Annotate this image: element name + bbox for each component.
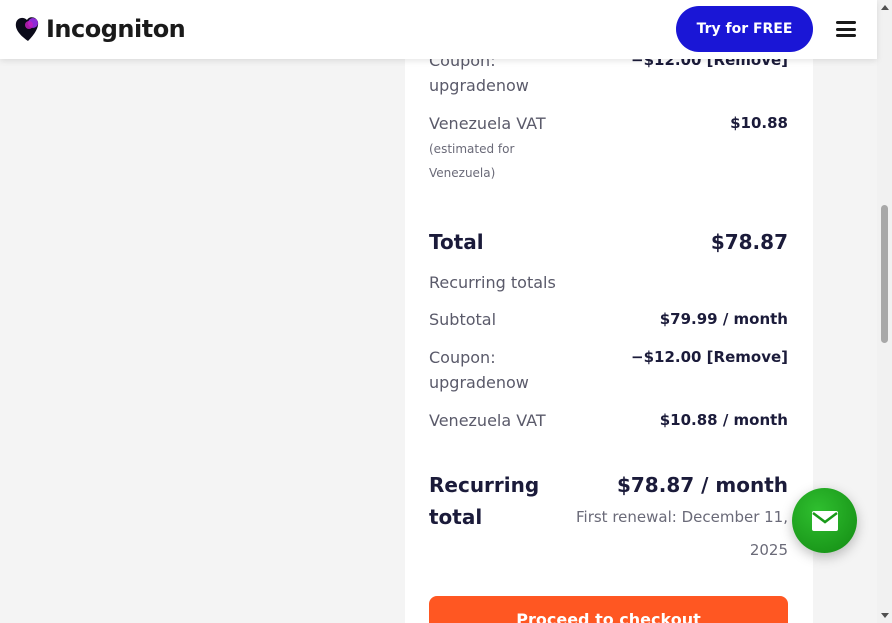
contact-mail-button[interactable] [792,488,857,553]
brand-name: Incogniton [46,15,186,43]
proceed-to-checkout-button[interactable]: Proceed to checkout [429,596,788,623]
recurring-total-label-line2: total [429,505,483,529]
vat-row-top: Venezuela VAT (estimated for Venezuela) … [429,111,788,189]
vat-note-line1: (estimated for [429,142,515,156]
coupon-row: Coupon: upgradenow −$12.00 [Remove] [429,345,788,397]
coupon-remove-link[interactable]: −$12.00 [Remove] [631,345,788,370]
coupon-label: Coupon: [429,348,496,367]
vat-label: Venezuela VAT [429,114,546,133]
order-summary-card: Coupon: upgradenow −$12.00 [Remove] Vene… [405,0,813,623]
subtotal-row: Subtotal $79.99 / month [429,307,788,332]
first-renewal-line1: First renewal: December 11, [576,508,788,526]
heart-logo-icon [15,17,39,41]
site-header: Incogniton Try for FREE [0,0,877,59]
recurring-total-row: Recurring total $78.87 / month First ren… [429,469,788,569]
vat-value: $10.88 [730,114,788,132]
total-label: Total [429,230,484,254]
total-value: $78.87 [710,230,788,254]
scrollbar-thumb[interactable] [881,205,888,343]
recurring-heading-row: Recurring totals [429,270,788,295]
scroll-down-arrow-icon[interactable] [881,613,889,618]
vertical-scrollbar[interactable] [877,0,892,623]
subtotal-label: Subtotal [429,310,497,329]
recurring-total-label-line1: Recurring [429,473,540,497]
vat-note-line2: Venezuela) [429,166,496,180]
try-for-free-button[interactable]: Try for FREE [676,6,813,52]
scroll-up-arrow-icon[interactable] [881,5,889,10]
recurring-total-value: $78.87 / month [616,473,788,497]
vat-row: Venezuela VAT $10.88 / month [429,408,788,433]
menu-icon[interactable] [836,21,856,37]
vat-value: $10.88 / month [659,411,788,429]
vat-label: Venezuela VAT [429,411,546,430]
brand-logo[interactable]: Incogniton [14,14,186,44]
subtotal-value: $79.99 / month [659,310,788,328]
coupon-code: upgradenow [429,76,529,95]
total-row: Total $78.87 [429,226,788,258]
recurring-totals-heading: Recurring totals [429,273,556,292]
coupon-code: upgradenow [429,373,529,392]
mail-icon [811,510,838,531]
first-renewal-line2: 2025 [749,541,788,559]
